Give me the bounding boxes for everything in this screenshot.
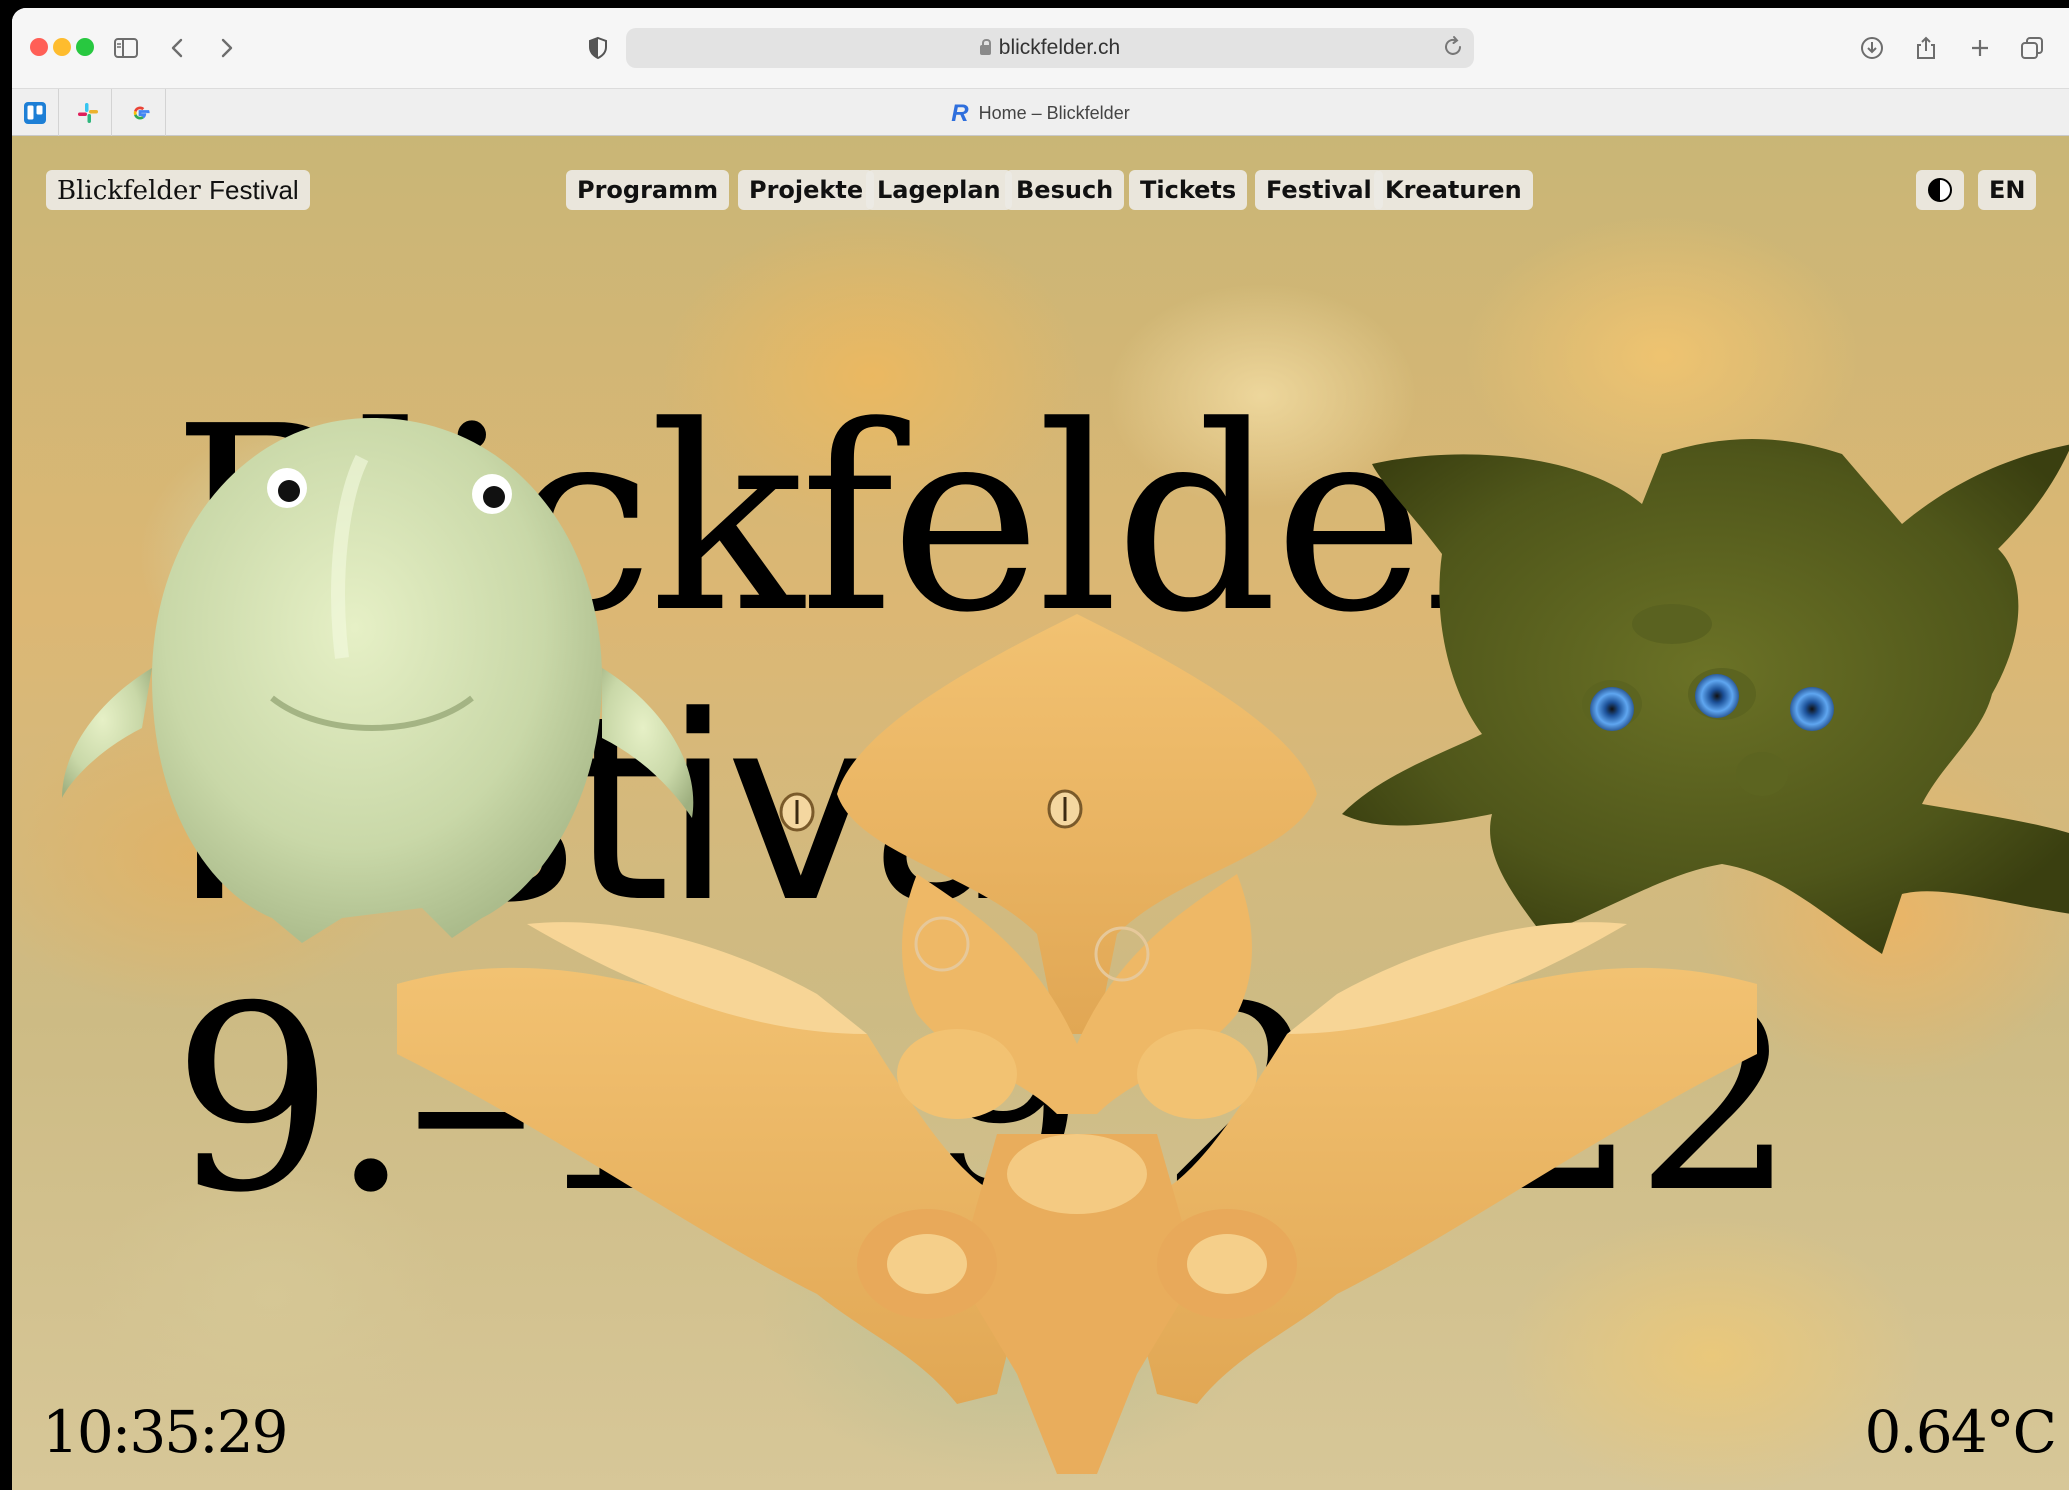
minimize-window-button[interactable] [53,38,71,56]
new-tab-icon[interactable] [1962,30,1998,66]
shield-icon[interactable] [580,30,616,66]
reload-icon[interactable] [1440,34,1468,62]
contrast-toggle-icon[interactable] [1916,170,1964,210]
tab-favicon: R [951,100,969,127]
back-icon[interactable] [160,30,196,66]
nav-lageplan[interactable]: Lageplan [866,170,1012,210]
nav-besuch[interactable]: Besuch [1005,170,1125,210]
address-bar[interactable]: blickfelder.ch [626,28,1474,68]
nav-festival[interactable]: Festival [1255,170,1383,210]
active-tab[interactable]: R Home – Blickfelder [12,97,2069,129]
forward-icon[interactable] [208,30,244,66]
download-icon[interactable] [1854,30,1890,66]
web-page: Blickfelder Festival 9.–18.9.2022 [12,136,2069,1490]
nav-tickets[interactable]: Tickets [1129,170,1248,210]
tabs-overview-icon[interactable] [2014,30,2050,66]
orange-winged-creature[interactable] [397,614,1757,1474]
nav-projekte[interactable]: Projekte [738,170,875,210]
url-text: blickfelder.ch [626,28,1474,68]
url-value: blickfelder.ch [998,36,1121,59]
language-switch[interactable]: EN [1978,170,2037,210]
lock-icon [979,39,991,55]
browser-window: blickfelder.ch R Home – Blickfelder Blic… [12,8,2069,1490]
tab-bar: R Home – Blickfelder [12,88,2069,137]
brand-name: Blickfelder [57,176,201,206]
close-window-button[interactable] [30,38,48,56]
site-logo[interactable]: Blickfelder Festival [46,170,310,210]
clock: 10:35:29 [42,1398,288,1466]
zoom-window-button[interactable] [76,38,94,56]
nav-programm[interactable]: Programm [566,170,730,210]
browser-toolbar: blickfelder.ch [12,8,2069,88]
brand-suffix: Festival [209,175,299,205]
sidebar-icon[interactable] [108,30,144,66]
tab-title: Home – Blickfelder [978,103,1130,123]
temperature: 0.64°C [1864,1398,2057,1466]
nav-kreaturen[interactable]: Kreaturen [1374,170,1533,210]
share-icon[interactable] [1908,30,1944,66]
